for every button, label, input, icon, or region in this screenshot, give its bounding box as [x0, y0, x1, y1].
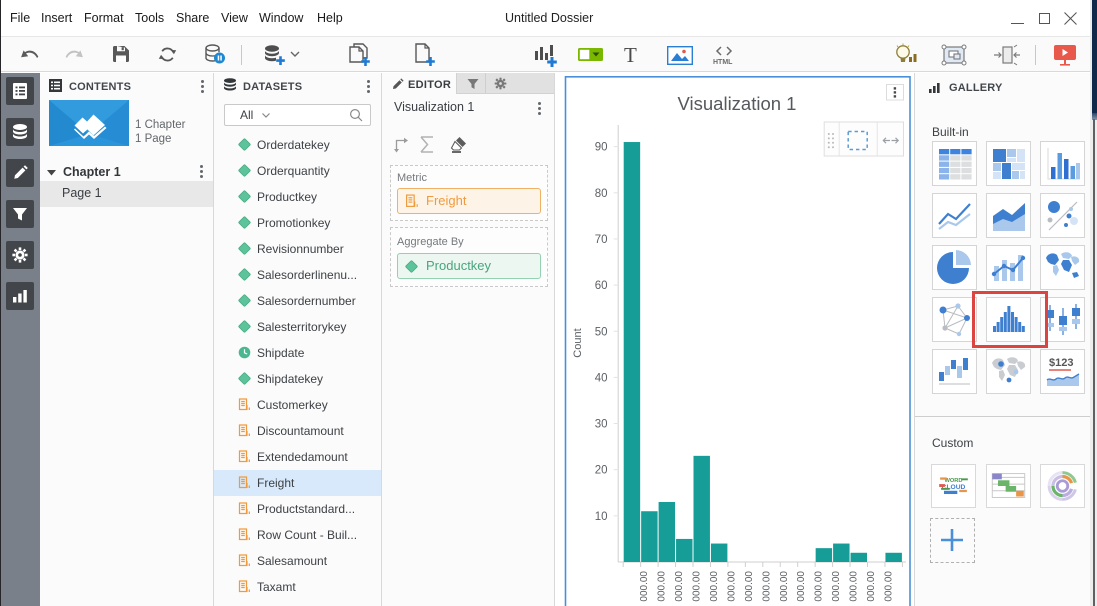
svg-text:60: 60 [595, 280, 608, 292]
svg-text:HTML: HTML [713, 59, 733, 65]
svg-text:000.00: 000.00 [639, 571, 650, 602]
svg-text:80: 80 [595, 188, 608, 200]
svg-text:000.00: 000.00 [744, 571, 755, 602]
svg-text:000.00: 000.00 [761, 571, 772, 602]
svg-text:000.00: 000.00 [883, 571, 894, 602]
svg-text:70: 70 [595, 234, 608, 246]
svg-text:10: 10 [595, 511, 608, 523]
svg-text:000.00: 000.00 [657, 571, 668, 602]
svg-text:40: 40 [595, 372, 608, 384]
svg-text:000.00: 000.00 [831, 571, 842, 602]
svg-text:000.00: 000.00 [866, 571, 877, 602]
svg-text:000.00: 000.00 [726, 571, 737, 602]
svg-text:90: 90 [595, 142, 608, 154]
svg-text:Visualization 1: Visualization 1 [678, 93, 797, 114]
svg-text:Count: Count [572, 328, 584, 357]
svg-text:50: 50 [595, 326, 608, 338]
svg-text:000.00: 000.00 [709, 571, 720, 602]
svg-text:000.00: 000.00 [849, 571, 860, 602]
svg-text:000.00: 000.00 [814, 571, 825, 602]
svg-text:000.00: 000.00 [674, 571, 685, 602]
svg-text:000.00: 000.00 [796, 571, 807, 602]
svg-text:20: 20 [595, 465, 608, 477]
svg-text:000.00: 000.00 [779, 571, 790, 602]
svg-text:000.00: 000.00 [692, 571, 703, 602]
svg-text:$123: $123 [1049, 357, 1073, 369]
svg-text:30: 30 [595, 419, 608, 431]
